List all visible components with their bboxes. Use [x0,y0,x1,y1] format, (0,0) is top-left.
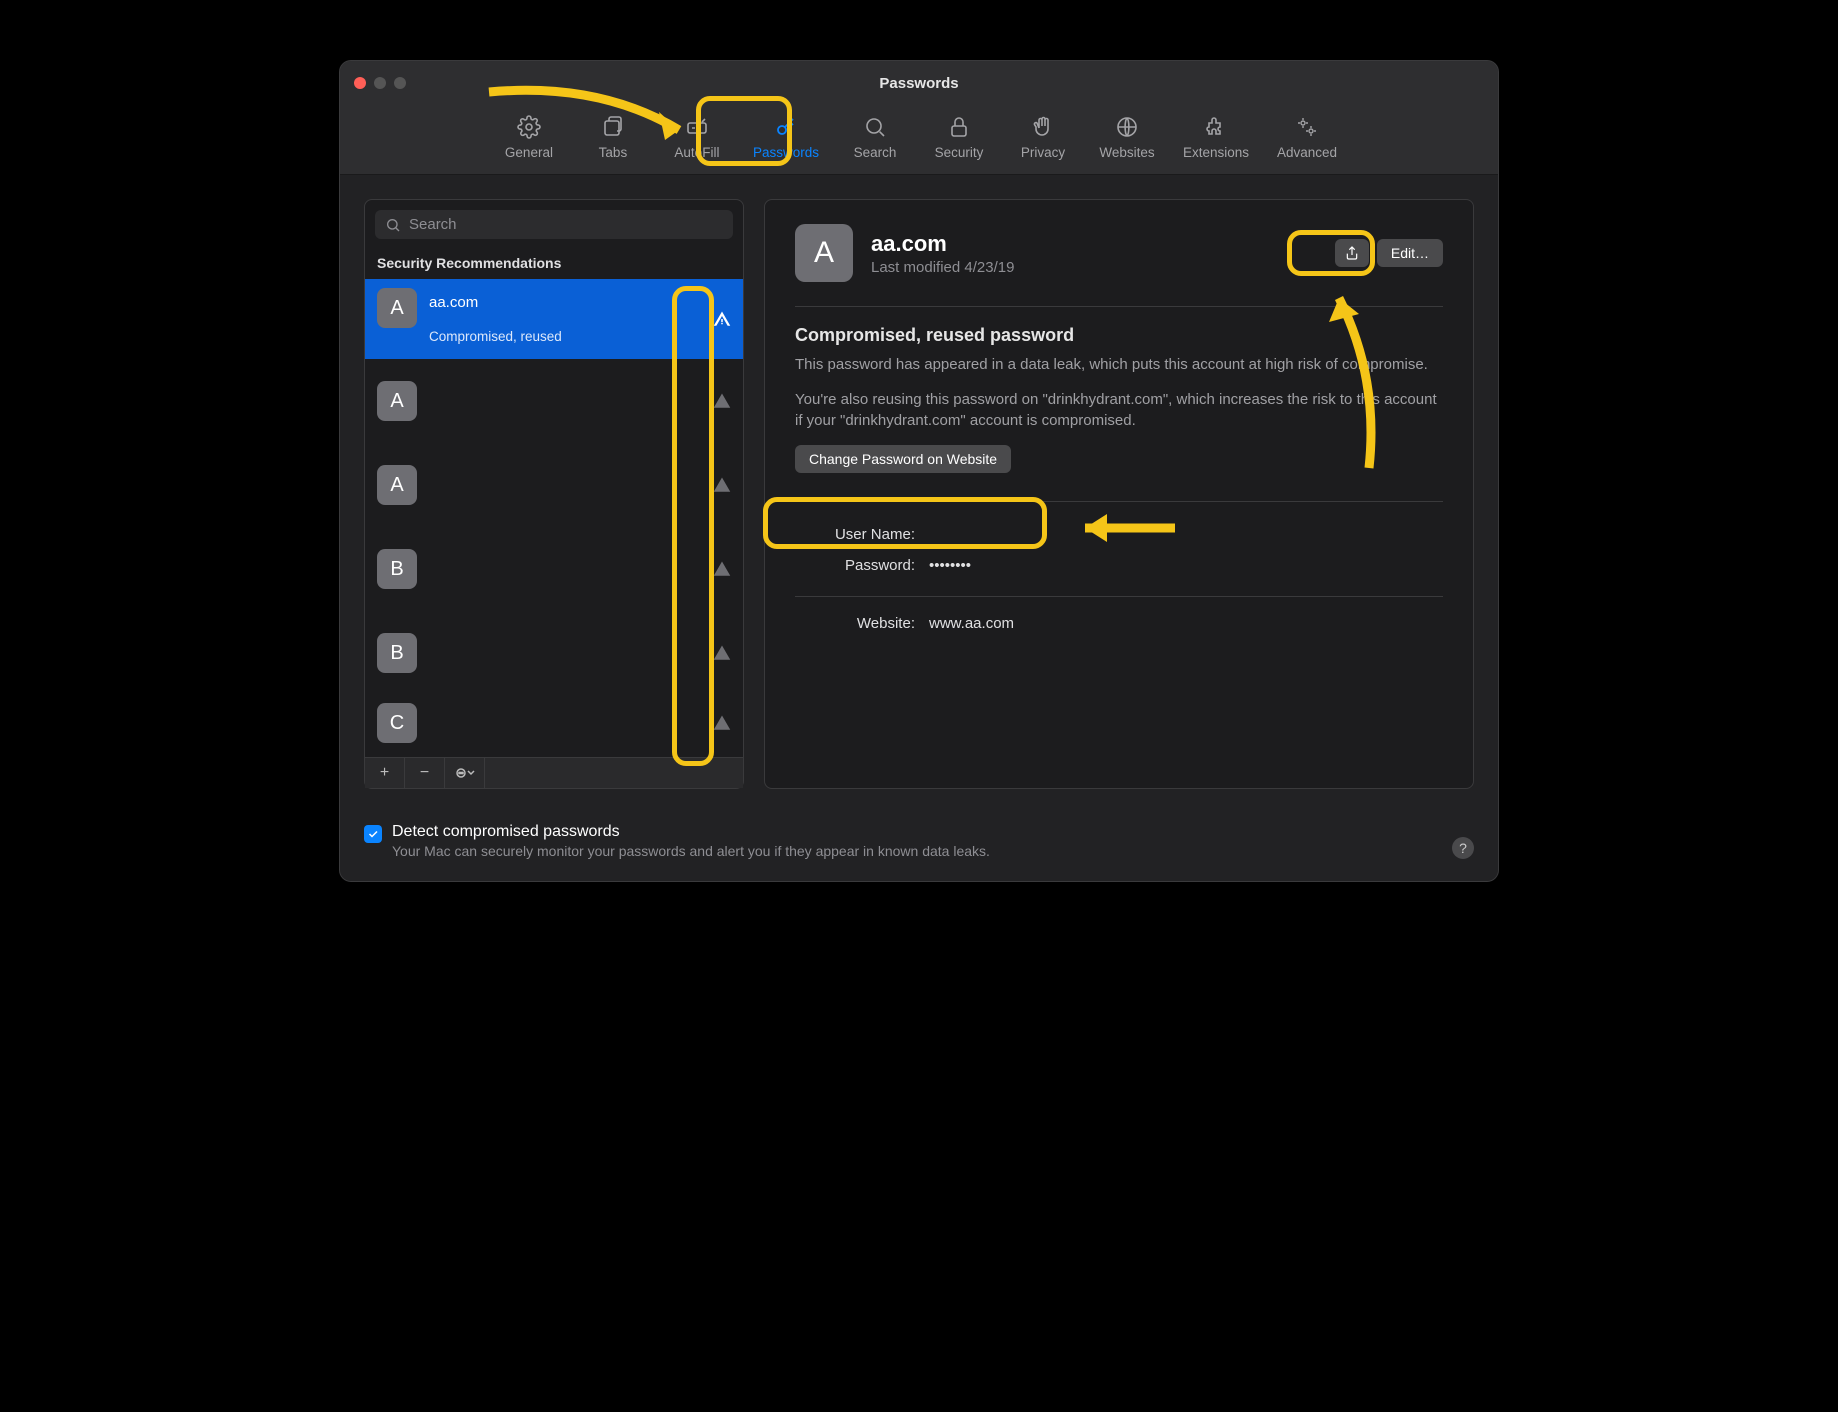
tab-extensions[interactable]: Extensions [1183,113,1249,160]
tab-advanced[interactable]: Advanced [1277,113,1337,160]
warning-icon [713,714,731,732]
username-value [929,526,1443,543]
site-avatar: B [377,633,417,673]
row-subtitle: Compromised, reused [429,329,701,344]
search-input[interactable] [409,216,723,233]
website-value: www.aa.com [929,615,1443,632]
tab-passwords[interactable]: Passwords [753,113,819,160]
warning-icon [713,310,731,328]
close-window-button[interactable] [354,77,366,89]
window-controls [354,77,406,89]
warning-title: Compromised, reused password [795,325,1443,346]
username-label: User Name: [795,526,915,543]
preferences-toolbar: General Tabs AutoFill Passwords Search S… [340,105,1498,175]
list-item[interactable]: A [365,443,743,527]
password-value: •••••••• [929,557,1443,574]
site-avatar: A [377,288,417,328]
tab-general[interactable]: General [501,113,557,160]
remove-button[interactable]: − [405,758,445,788]
website-label: Website: [795,615,915,632]
detail-subtitle: Last modified 4/23/19 [871,259,1317,276]
more-button[interactable] [445,758,485,788]
list-item[interactable]: B [365,527,743,611]
change-password-button[interactable]: Change Password on Website [795,445,1011,473]
zoom-window-button[interactable] [394,77,406,89]
search-icon [863,113,887,141]
tab-websites[interactable]: Websites [1099,113,1155,160]
gear-icon [517,113,541,141]
key-icon [774,113,798,141]
minimize-window-button[interactable] [374,77,386,89]
puzzle-icon [1204,113,1228,141]
password-label: Password: [795,557,915,574]
search-icon [385,217,401,233]
detect-subtitle: Your Mac can securely monitor your passw… [392,843,990,859]
detail-pane: A aa.com Last modified 4/23/19 Edit… Com… [764,199,1474,789]
site-avatar: C [377,703,417,743]
detect-checkbox[interactable] [364,825,382,843]
list-footer: + − [365,757,743,788]
help-button[interactable]: ? [1452,837,1474,859]
warning-icon [713,476,731,494]
warning-icon [713,644,731,662]
titlebar: Passwords [340,61,1498,105]
gears-icon [1295,113,1319,141]
check-icon [367,828,379,840]
globe-icon [1115,113,1139,141]
preferences-window: Passwords General Tabs AutoFill Password… [339,60,1499,882]
tab-security[interactable]: Security [931,113,987,160]
edit-button[interactable]: Edit… [1377,239,1443,267]
site-avatar: B [377,549,417,589]
detect-label: Detect compromised passwords [392,823,990,841]
row-title: aa.com [429,294,701,311]
hand-icon [1031,113,1055,141]
warning-icon [713,392,731,410]
detail-avatar: A [795,224,853,282]
detail-title: aa.com [871,231,1317,257]
lock-icon [947,113,971,141]
detect-section: Detect compromised passwords Your Mac ca… [340,813,1498,881]
site-avatar: A [377,465,417,505]
ellipsis-chevron-icon [455,767,475,779]
site-avatar: A [377,381,417,421]
window-title: Passwords [879,75,958,92]
list-item[interactable]: A [365,359,743,443]
share-button[interactable] [1335,239,1369,267]
passwords-sidebar: Security Recommendations A aa.com Compro… [364,199,744,789]
autofill-icon [685,113,709,141]
tab-search[interactable]: Search [847,113,903,160]
warning-text: You're also reusing this password on "dr… [795,389,1443,431]
tab-tabs[interactable]: Tabs [585,113,641,160]
tabs-icon [601,113,625,141]
warning-text: This password has appeared in a data lea… [795,354,1443,375]
list-item[interactable]: C [365,695,743,751]
list-item[interactable]: A aa.com Compromised, reused [365,279,743,359]
share-icon [1344,245,1360,261]
warning-icon [713,560,731,578]
search-field[interactable] [375,210,733,239]
tab-privacy[interactable]: Privacy [1015,113,1071,160]
password-list[interactable]: A aa.com Compromised, reused A A [365,279,743,757]
section-header: Security Recommendations [365,249,743,279]
list-item[interactable]: B [365,611,743,695]
tab-autofill[interactable]: AutoFill [669,113,725,160]
add-button[interactable]: + [365,758,405,788]
